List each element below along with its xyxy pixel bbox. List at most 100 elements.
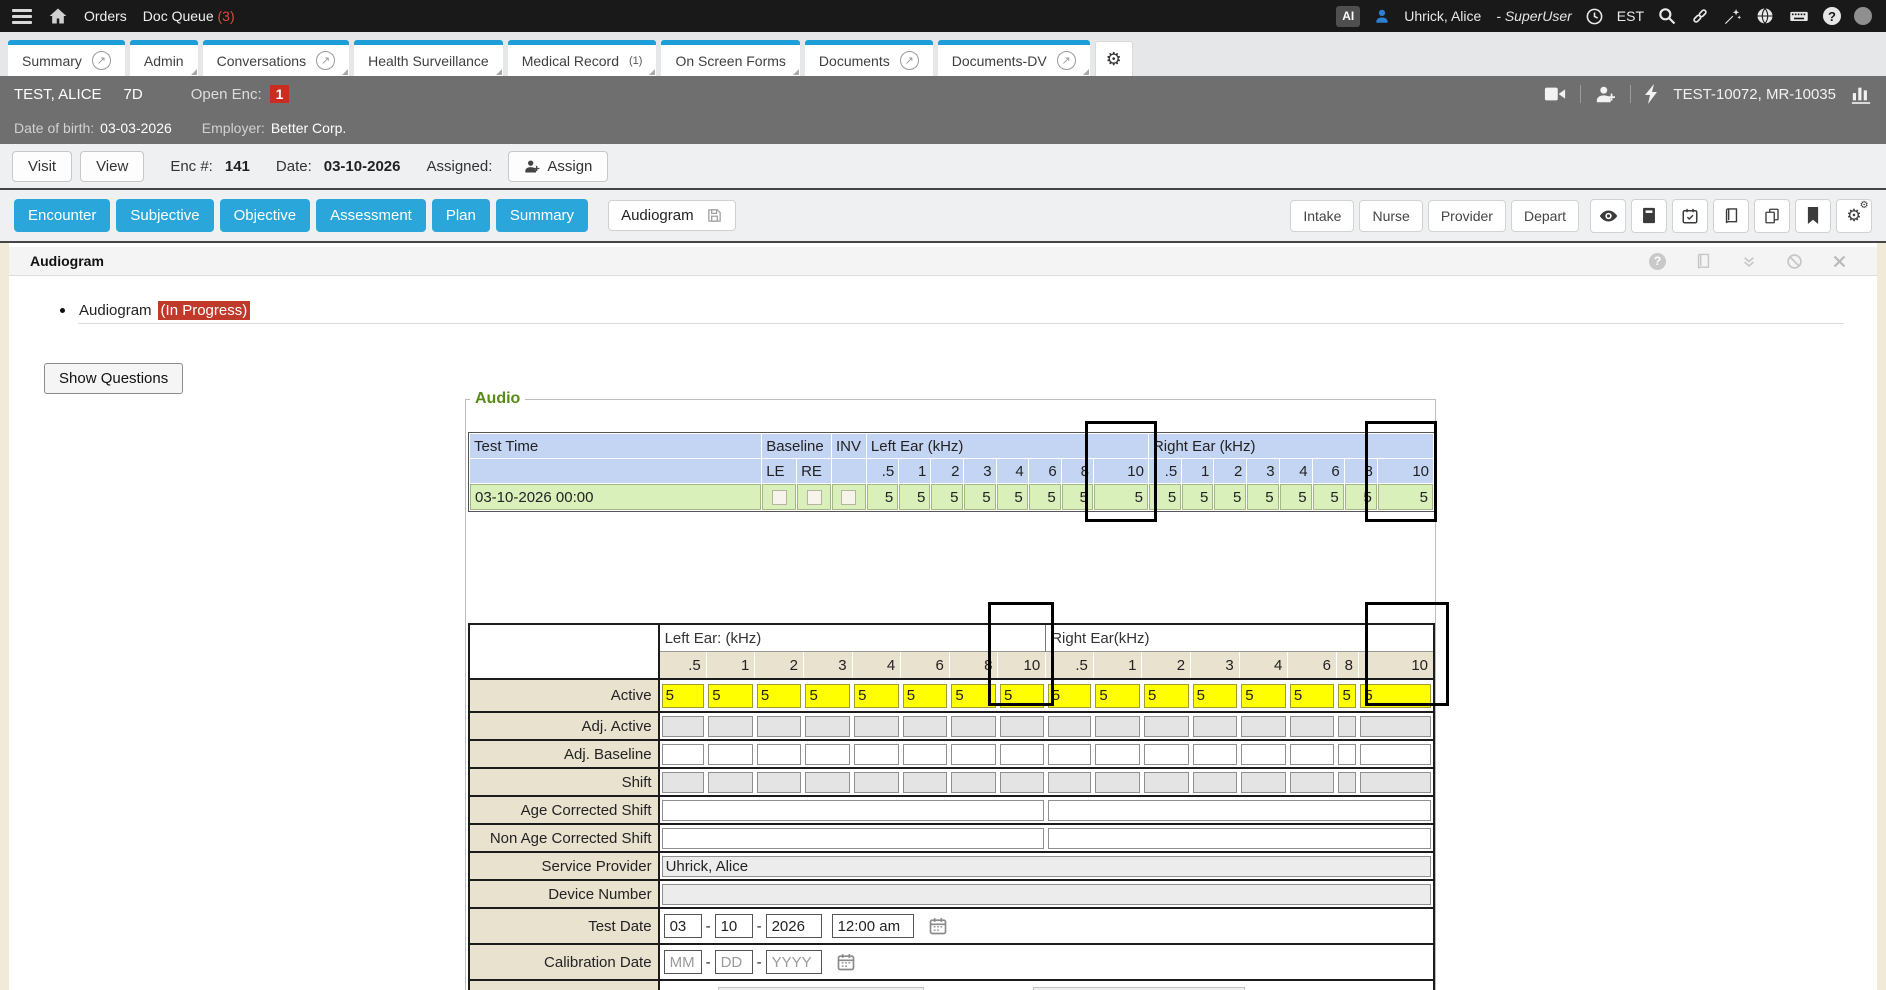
le-checkbox[interactable] bbox=[772, 490, 787, 505]
tab-audiogram-document[interactable]: Audiogram bbox=[608, 200, 736, 231]
shift-input[interactable] bbox=[1095, 772, 1140, 793]
nav-orders[interactable]: Orders bbox=[84, 8, 127, 24]
threshold-value-cell[interactable]: 5 bbox=[997, 484, 1028, 510]
calendar-check-icon[interactable] bbox=[1672, 199, 1708, 233]
adj-baseline-input[interactable] bbox=[1193, 744, 1238, 765]
adj-baseline-input[interactable] bbox=[903, 744, 948, 765]
wand-icon[interactable] bbox=[1723, 7, 1742, 26]
adj-active-input[interactable] bbox=[1048, 716, 1092, 737]
tab-documents[interactable]: Documents↗ bbox=[805, 40, 933, 76]
shift-input[interactable] bbox=[1193, 772, 1238, 793]
adj-active-input[interactable] bbox=[662, 716, 705, 737]
menu-icon[interactable] bbox=[12, 9, 32, 24]
show-questions-button[interactable]: Show Questions bbox=[44, 363, 183, 394]
threshold-value-cell[interactable]: 5 bbox=[1182, 484, 1213, 510]
shift-input[interactable] bbox=[1290, 772, 1335, 793]
adj-baseline-input[interactable] bbox=[1241, 744, 1286, 765]
threshold-value-cell[interactable]: 5 bbox=[1062, 484, 1093, 510]
keyboard-icon[interactable] bbox=[1788, 6, 1810, 26]
threshold-value-cell[interactable]: 5 bbox=[1313, 484, 1344, 510]
adj-active-input[interactable] bbox=[903, 716, 948, 737]
adj-active-input[interactable] bbox=[805, 716, 850, 737]
active-input[interactable]: 5 bbox=[903, 684, 948, 708]
calibration-date-year-input[interactable]: YYYY bbox=[766, 950, 822, 974]
active-input[interactable]: 5 bbox=[757, 684, 802, 708]
document-status-item[interactable]: Audiogram (In Progress) bbox=[60, 301, 250, 320]
threshold-value-cell[interactable]: 5 bbox=[1149, 484, 1181, 510]
threshold-value-cell[interactable]: 5 bbox=[899, 484, 930, 510]
test-time-cell[interactable]: 03-10-2026 00:00 bbox=[470, 484, 761, 510]
tab-on-screen-forms[interactable]: On Screen Forms bbox=[661, 40, 799, 76]
shift-input[interactable] bbox=[662, 772, 705, 793]
book-icon[interactable] bbox=[1695, 253, 1712, 270]
shift-input[interactable] bbox=[805, 772, 850, 793]
active-input[interactable]: 5 bbox=[951, 684, 996, 708]
help-icon[interactable]: ? bbox=[1649, 253, 1666, 270]
active-input[interactable]: 5 bbox=[1000, 684, 1044, 708]
bookmark-icon[interactable] bbox=[1795, 199, 1831, 233]
nav-button-summary[interactable]: Summary bbox=[496, 199, 588, 232]
adj-baseline-input[interactable] bbox=[805, 744, 850, 765]
active-input[interactable]: 5 bbox=[1193, 684, 1238, 708]
adj-baseline-input[interactable] bbox=[1000, 744, 1044, 765]
service-provider-field[interactable]: Uhrick, Alice bbox=[662, 856, 1431, 877]
threshold-value-cell[interactable]: 5 bbox=[1214, 484, 1246, 510]
tab-health-surveillance[interactable]: Health Surveillance bbox=[354, 40, 503, 76]
shift-input[interactable] bbox=[708, 772, 753, 793]
active-input[interactable]: 5 bbox=[854, 684, 899, 708]
re-checkbox[interactable] bbox=[807, 490, 822, 505]
adj-baseline-input[interactable] bbox=[854, 744, 899, 765]
home-icon[interactable] bbox=[48, 6, 68, 26]
test-date-time-input[interactable]: 12:00 am bbox=[832, 914, 914, 938]
adj-active-input[interactable] bbox=[1000, 716, 1044, 737]
shift-input[interactable] bbox=[903, 772, 948, 793]
adj-baseline-input[interactable] bbox=[1338, 744, 1356, 765]
adj-baseline-input[interactable] bbox=[1360, 744, 1431, 765]
tab-settings-gear[interactable]: ⚙ bbox=[1095, 41, 1133, 76]
test-date-month-input[interactable]: 03 bbox=[664, 914, 702, 938]
threshold-value-cell[interactable]: 5 bbox=[1345, 484, 1377, 510]
help-icon[interactable]: ? bbox=[1823, 7, 1841, 25]
open-enc-count-badge[interactable]: 1 bbox=[270, 85, 290, 103]
shift-input[interactable] bbox=[1048, 772, 1092, 793]
adj-active-input[interactable] bbox=[1338, 716, 1356, 737]
shift-input[interactable] bbox=[951, 772, 996, 793]
globe-icon[interactable] bbox=[1755, 6, 1775, 26]
threshold-value-cell[interactable]: 5 bbox=[1247, 484, 1278, 510]
inv-checkbox[interactable] bbox=[841, 490, 856, 505]
archive-box-icon[interactable] bbox=[1631, 199, 1667, 233]
adj-baseline-input[interactable] bbox=[757, 744, 802, 765]
adj-baseline-input[interactable] bbox=[1095, 744, 1140, 765]
adj-baseline-input[interactable] bbox=[1048, 744, 1092, 765]
adj-baseline-input[interactable] bbox=[951, 744, 996, 765]
threshold-value-cell[interactable]: 5 bbox=[1280, 484, 1312, 510]
nav-button-assessment[interactable]: Assessment bbox=[316, 199, 426, 232]
adj-active-input[interactable] bbox=[1241, 716, 1286, 737]
nav-button-plan[interactable]: Plan bbox=[432, 199, 490, 232]
left-ear-wide-input[interactable] bbox=[662, 800, 1044, 821]
external-link-icon[interactable]: ↗ bbox=[316, 51, 335, 70]
copy-icon[interactable] bbox=[1754, 199, 1790, 233]
threshold-value-cell[interactable]: 5 bbox=[931, 484, 963, 510]
adj-active-input[interactable] bbox=[1360, 716, 1431, 737]
active-input[interactable]: 5 bbox=[1338, 684, 1356, 708]
adj-baseline-input[interactable] bbox=[662, 744, 705, 765]
active-input[interactable]: 5 bbox=[1048, 684, 1092, 708]
threshold-value-cell[interactable]: 5 bbox=[1378, 484, 1433, 510]
shift-input[interactable] bbox=[854, 772, 899, 793]
ai-badge[interactable]: AI bbox=[1336, 6, 1360, 27]
external-link-icon[interactable]: ↗ bbox=[92, 51, 111, 70]
view-button[interactable]: View bbox=[80, 151, 144, 182]
calibration-date-month-input[interactable]: MM bbox=[664, 950, 702, 974]
active-input[interactable]: 5 bbox=[1095, 684, 1140, 708]
add-person-icon[interactable] bbox=[1595, 85, 1616, 104]
test-date-year-input[interactable]: 2026 bbox=[766, 914, 822, 938]
adj-active-input[interactable] bbox=[951, 716, 996, 737]
bar-chart-icon[interactable] bbox=[1850, 84, 1872, 104]
active-input[interactable]: 5 bbox=[1290, 684, 1335, 708]
adj-active-input[interactable] bbox=[708, 716, 753, 737]
calendar-icon[interactable] bbox=[928, 916, 948, 936]
tab-summary[interactable]: Summary↗ bbox=[8, 40, 125, 76]
active-input[interactable]: 5 bbox=[1360, 684, 1431, 708]
lightning-bolt-icon[interactable] bbox=[1645, 84, 1659, 104]
